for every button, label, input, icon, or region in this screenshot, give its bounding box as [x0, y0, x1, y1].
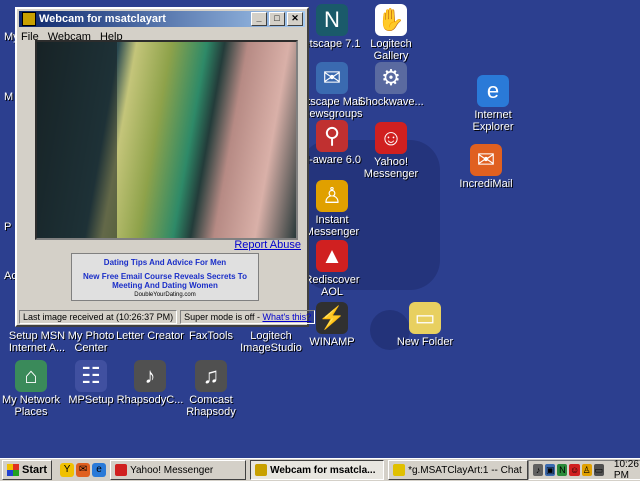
taskbar-button-3[interactable]: *g.MSATClayArt:1 -- Chat	[388, 460, 529, 480]
task-app-icon	[255, 464, 268, 476]
maximize-button[interactable]: □	[269, 12, 285, 26]
rhapsody-icon: ♪	[134, 360, 166, 392]
desktop-icon-label: MPSetup	[68, 394, 114, 406]
start-label: Start	[22, 464, 48, 476]
minimize-button[interactable]: _	[251, 12, 267, 26]
status-last-image: Last image received at (10:26:37 PM)	[19, 310, 178, 324]
status-super-mode: Super mode is off - What's this?	[180, 310, 316, 324]
report-abuse-link[interactable]: Report Abuse	[234, 239, 301, 251]
window-title: Webcam for msatclayart	[39, 13, 166, 25]
webcam-titlebar[interactable]: Webcam for msatclayart _ □ ✕	[19, 11, 305, 27]
system-tray: ♪ ▣ N ☺ ♙ ▭ 10:26 PM	[528, 459, 640, 481]
new-folder-icon: ▭	[409, 302, 441, 334]
desktop-icon-label: My Photo Center	[67, 330, 115, 354]
messenger-tray-icon[interactable]: ♙	[581, 464, 592, 476]
taskbar: Start Y ✉ e Yahoo! Messenger Webcam for m…	[0, 458, 640, 481]
desktop-icon-label: My Network Places	[1, 394, 61, 418]
taskbar-button-1[interactable]: Yahoo! Messenger	[110, 460, 247, 480]
clock: 10:26 PM	[613, 459, 639, 481]
whats-this-link[interactable]: What's this?	[262, 312, 311, 322]
ad-url: DoubleYourDating.com	[134, 292, 196, 298]
task-label: Yahoo! Messenger	[130, 464, 214, 476]
winamp-icon: ⚡	[316, 302, 348, 334]
incredimail-icon: ✉	[470, 144, 502, 176]
start-button[interactable]: Start	[2, 460, 53, 480]
status-bar: Last image received at (10:26:37 PM) Sup…	[19, 310, 316, 324]
desktop-icon-label: Shockwave...	[358, 96, 424, 108]
super-mode-text: Super mode is off -	[184, 312, 263, 322]
desktop-icon-label: FaxTools	[188, 330, 234, 342]
desktop-icon-label: WINAMP	[309, 336, 355, 348]
logitech-gallery-icon: ✋	[375, 4, 407, 36]
desktop-icon-label: IncrediMail	[459, 178, 513, 190]
desktop-icon-label: d-aware 6.0	[302, 154, 362, 166]
windows-logo-icon	[7, 464, 19, 476]
comcast-rhapsody-icon: ♫	[195, 360, 227, 392]
webcam-app-icon	[22, 12, 36, 26]
webcam-image	[35, 40, 298, 240]
rediscover-aol-icon: ▲	[316, 240, 348, 272]
desktop-icon-label: etscape 7.1	[303, 38, 361, 50]
desktop-icon-incredimail[interactable]: ✉ IncrediMail	[449, 144, 523, 190]
speaker-tray-icon[interactable]: ♪	[533, 464, 544, 476]
monitor-tray-icon[interactable]: ▭	[593, 464, 604, 476]
task-label: Webcam for msatcla...	[270, 464, 376, 476]
ad-body: New Free Email Course Reveals Secrets To…	[83, 272, 247, 290]
task-buttons: Yahoo! Messenger Webcam for msatcla... *g.…	[106, 460, 529, 480]
ie-quicklaunch-icon[interactable]: e	[92, 463, 107, 477]
desktop-icon-label: Logitech ImageStudio	[240, 330, 302, 354]
webcam-window[interactable]: Webcam for msatclayart _ □ ✕ File Webcam…	[15, 7, 316, 327]
taskbar-button-2[interactable]: Webcam for msatcla...	[250, 460, 385, 480]
yahoo-messenger-icon: ☺	[375, 122, 407, 154]
netscape-mail-icon: ✉	[316, 62, 348, 94]
desktop-icon-shockwave[interactable]: ⚙ Shockwave...	[354, 62, 428, 108]
edge-m-label[interactable]: M	[4, 91, 13, 103]
internet-explorer-icon: e	[477, 75, 509, 107]
desktop-icon-label: Comcast Rhapsody	[186, 394, 236, 418]
app-tray-icon[interactable]: N	[557, 464, 568, 476]
desktop-icon-comcast-rhapsody[interactable]: ♫ Comcast Rhapsody	[174, 360, 248, 418]
desktop-icon-yahoo-messenger[interactable]: ☺ Yahoo! Messenger	[354, 122, 428, 180]
task-app-icon	[115, 464, 128, 476]
mpsetup-icon: ☷	[75, 360, 107, 392]
netscape-icon: N	[316, 4, 348, 36]
desktop-icon-label: Yahoo! Messenger	[363, 156, 419, 180]
network-tray-icon[interactable]: ▣	[545, 464, 556, 476]
edge-p-label[interactable]: P	[4, 221, 11, 233]
instant-messenger-icon: ♙	[316, 180, 348, 212]
quick-launch: Y ✉ e	[60, 463, 107, 477]
desktop-icon-label: Instant Messenger	[304, 214, 360, 238]
ad-headline: Dating Tips And Advice For Men	[103, 258, 227, 267]
desktop-icon-label: New Folder	[396, 336, 454, 348]
close-button[interactable]: ✕	[287, 12, 303, 26]
desktop-icon-new-folder[interactable]: ▭ New Folder	[388, 302, 462, 348]
adaware-icon: ⚲	[316, 120, 348, 152]
ad-banner[interactable]: Dating Tips And Advice For Men New Free …	[71, 253, 259, 301]
my-network-places-icon: ⌂	[15, 360, 47, 392]
desktop-icon-label: Rediscover AOL	[304, 274, 360, 298]
desktop-icon-label: Logitech Gallery	[370, 38, 412, 62]
yahoo-quicklaunch-icon[interactable]: Y	[60, 463, 75, 477]
desktop-icon-logitech-gallery[interactable]: ✋ Logitech Gallery	[354, 4, 428, 62]
yahoo-tray-icon[interactable]: ☺	[569, 464, 580, 476]
shockwave-icon: ⚙	[375, 62, 407, 94]
task-label: *g.MSATClayArt:1 -- Chat	[408, 464, 522, 476]
desktop-icon-label: Internet Explorer	[472, 109, 514, 133]
task-app-icon	[393, 464, 406, 476]
mail-quicklaunch-icon[interactable]: ✉	[76, 463, 91, 477]
desktop-icon-internet-explorer[interactable]: e Internet Explorer	[456, 75, 530, 133]
